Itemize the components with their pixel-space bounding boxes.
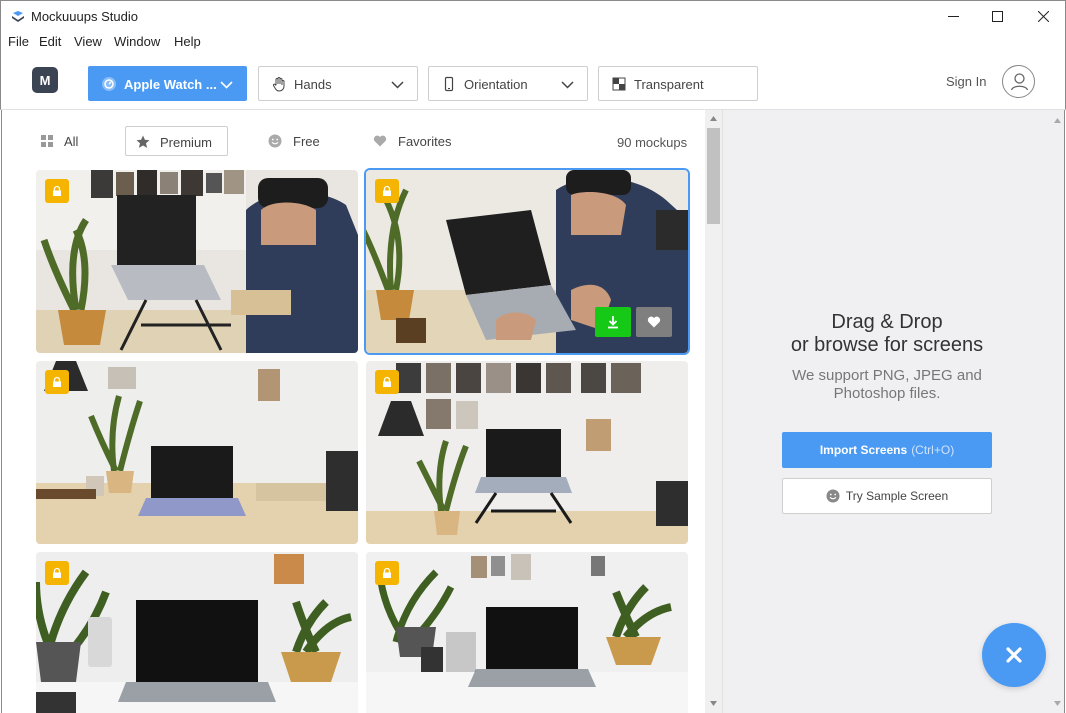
drop-zone-title-line2: or browse for screens (790, 334, 984, 356)
premium-lock-badge (45, 179, 69, 203)
close-fab-button[interactable] (982, 623, 1046, 687)
download-button[interactable] (595, 307, 631, 337)
app-logo[interactable]: M (32, 67, 58, 93)
sample-label: Try Sample Screen (845, 489, 949, 503)
title-bar: Mockuuups Studio (0, 0, 1066, 31)
filter-premium-label: Premium (160, 135, 213, 150)
minimize-button[interactable] (930, 1, 976, 32)
mockup-image (366, 361, 688, 544)
lock-icon (53, 376, 61, 387)
mockup-image (36, 552, 358, 713)
device-label: Apple Watch ... (124, 77, 217, 92)
import-screens-button[interactable]: Import Screens (Ctrl+O) (782, 432, 992, 468)
chevron-down-icon (220, 81, 233, 89)
orientation-label: Orientation (464, 77, 528, 92)
hands-label: Hands (294, 77, 332, 92)
minimize-icon (947, 16, 959, 17)
mockup-image (36, 170, 358, 353)
filter-all-label: All (64, 134, 79, 149)
mockup-thumbnail[interactable] (36, 552, 358, 713)
premium-lock-badge (45, 370, 69, 394)
hands-selector[interactable]: Hands (258, 66, 418, 101)
heart-icon (647, 316, 661, 328)
device-selector[interactable]: Apple Watch ... (88, 66, 247, 101)
scroll-down-icon[interactable] (709, 699, 718, 708)
filter-free[interactable]: Free (268, 126, 348, 156)
premium-lock-badge (45, 561, 69, 585)
scroll-down-icon[interactable] (1053, 699, 1062, 708)
premium-lock-badge (375, 370, 399, 394)
import-label: Import Screens (819, 443, 908, 457)
toolbar: M Apple Watch ... Hands Orientation Tran… (0, 53, 1066, 110)
scroll-up-icon[interactable] (709, 114, 718, 123)
sign-in-link[interactable]: Sign In (946, 74, 986, 89)
smiley-icon (268, 134, 282, 148)
drop-zone-subtitle-line2: Photoshop files. (833, 385, 941, 402)
close-icon (1006, 647, 1022, 663)
lock-icon (383, 185, 391, 196)
import-shortcut-hint: (Ctrl+O) (911, 443, 955, 457)
user-icon (1010, 73, 1029, 91)
menu-edit[interactable]: Edit (39, 34, 61, 49)
filter-favorites-label: Favorites (398, 134, 452, 149)
premium-lock-badge (375, 561, 399, 585)
background-label: Transparent (634, 77, 704, 92)
mockup-image (366, 552, 688, 713)
filter-all[interactable]: All (40, 126, 100, 156)
hand-icon (272, 77, 285, 92)
chevron-down-icon (391, 81, 404, 89)
maximize-icon (991, 11, 1003, 22)
drop-zone-title: Drag & Drop (831, 311, 943, 333)
menu-file[interactable]: File (8, 34, 29, 49)
mockup-image (36, 361, 358, 544)
drop-zone-panel[interactable]: Drag & Drop or browse for screens We sup… (722, 110, 1065, 713)
filter-premium[interactable]: Premium (125, 126, 228, 156)
app-icon (12, 11, 24, 22)
lock-icon (53, 567, 61, 578)
mockup-thumbnail[interactable] (36, 170, 358, 353)
maximize-button[interactable] (974, 1, 1020, 32)
close-icon (1037, 11, 1049, 22)
premium-lock-badge (375, 179, 399, 203)
drop-zone-subtitle: We support PNG, JPEG and (792, 367, 982, 384)
avatar[interactable] (1002, 65, 1035, 98)
try-sample-screen-button[interactable]: Try Sample Screen (782, 478, 992, 514)
star-icon (136, 135, 150, 148)
phone-icon (444, 76, 454, 92)
background-selector[interactable]: Transparent (598, 66, 758, 101)
watch-icon (102, 77, 116, 91)
orientation-selector[interactable]: Orientation (428, 66, 588, 101)
mockup-thumbnail[interactable] (366, 170, 688, 353)
filter-favorites[interactable]: Favorites (373, 126, 473, 156)
window-title: Mockuuups Studio (31, 9, 138, 24)
mockup-thumbnail[interactable] (366, 552, 688, 713)
favorite-button[interactable] (636, 307, 672, 337)
grid-icon (41, 135, 53, 147)
chevron-down-icon (561, 81, 574, 89)
lock-icon (53, 185, 61, 196)
mockup-thumbnail[interactable] (366, 361, 688, 544)
close-button[interactable] (1020, 1, 1066, 32)
mockup-thumbnail[interactable] (36, 361, 358, 544)
smiley-icon (826, 489, 840, 503)
menu-view[interactable]: View (74, 34, 102, 49)
download-icon (608, 316, 618, 329)
lock-icon (383, 567, 391, 578)
scrollbar-thumb[interactable] (707, 128, 720, 224)
gallery-scrollbar[interactable] (705, 110, 722, 713)
mockup-gallery: All Premium Free Favorites 90 mockups (1, 110, 705, 713)
heart-icon (373, 135, 387, 147)
menu-window[interactable]: Window (114, 34, 160, 49)
mockup-count: 90 mockups (617, 135, 688, 150)
filter-free-label: Free (293, 134, 320, 149)
lock-icon (383, 376, 391, 387)
menu-bar: File Edit View Window Help (0, 31, 1066, 53)
scroll-up-icon[interactable] (1053, 116, 1062, 125)
transparent-icon (612, 77, 626, 91)
menu-help[interactable]: Help (174, 34, 201, 49)
